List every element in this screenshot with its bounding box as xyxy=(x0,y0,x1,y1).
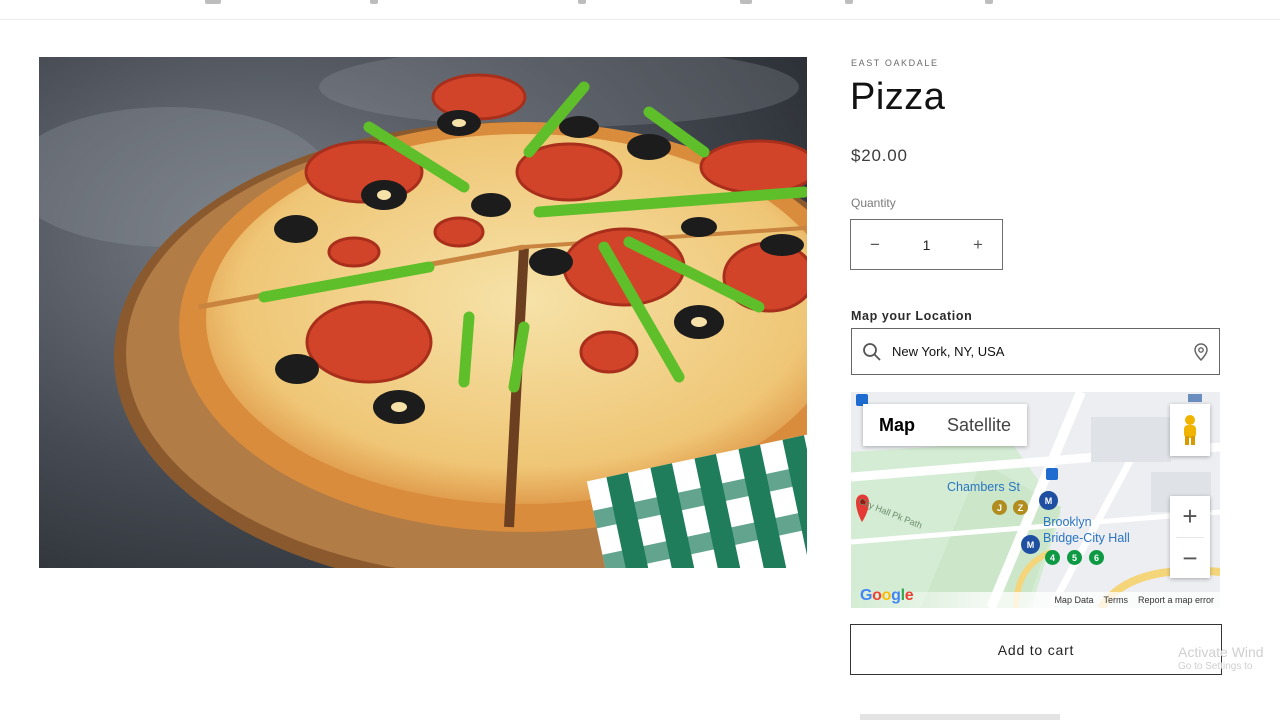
location-pin-icon[interactable] xyxy=(1193,342,1209,361)
map-type-map-tab[interactable]: Map xyxy=(863,404,931,446)
nav-link-stub[interactable] xyxy=(845,0,853,4)
map-report-error-link[interactable]: Report a map error xyxy=(1138,595,1214,605)
decrease-quantity-button[interactable]: − xyxy=(851,220,899,269)
google-logo-letter: o xyxy=(881,587,892,604)
quantity-stepper: − 1 + xyxy=(850,219,1003,270)
google-logo-letter: o xyxy=(872,587,882,604)
quantity-input[interactable]: 1 xyxy=(923,237,931,253)
nav-link-stub[interactable] xyxy=(578,0,586,4)
nav-link-stub[interactable] xyxy=(370,0,378,4)
map-label-bridge-city-hall[interactable]: Bridge-City Hall xyxy=(1043,531,1130,545)
product-price: $20.00 xyxy=(851,146,908,165)
pizza-photo xyxy=(39,57,807,568)
map-location-label: Map your Location xyxy=(851,309,973,323)
map-data-link[interactable]: Map Data xyxy=(1054,595,1093,605)
increase-quantity-button[interactable]: + xyxy=(954,220,1002,269)
location-search-box[interactable] xyxy=(851,328,1220,375)
map-type-control: Map Satellite xyxy=(863,404,1028,446)
activate-windows-watermark: Activate Wind Go to Settings to xyxy=(1178,644,1264,673)
top-navigation-bar xyxy=(0,0,1280,20)
quantity-label: Quantity xyxy=(851,196,896,210)
add-to-cart-button[interactable]: Add to cart xyxy=(850,624,1222,675)
watermark-line-1: Activate Wind xyxy=(1178,644,1264,660)
nav-link-stub[interactable] xyxy=(740,0,752,4)
zoom-out-button[interactable]: − xyxy=(1170,538,1210,579)
metro-station-icon[interactable]: M xyxy=(1039,491,1058,510)
location-search-input[interactable] xyxy=(892,344,1193,359)
subway-j-badge[interactable]: J xyxy=(992,500,1007,515)
map-type-satellite-tab[interactable]: Satellite xyxy=(931,404,1027,446)
below-fold-content xyxy=(860,714,1060,720)
search-icon xyxy=(863,342,881,361)
nav-icon-stub[interactable] xyxy=(205,0,221,4)
google-logo-letter: G xyxy=(860,587,873,604)
zoom-control: + − xyxy=(1170,496,1210,578)
zoom-in-button[interactable]: + xyxy=(1170,496,1210,537)
map-label-brooklyn[interactable]: Brooklyn xyxy=(1043,515,1092,529)
product-image[interactable] xyxy=(39,57,807,568)
subway-z-badge[interactable]: Z xyxy=(1013,500,1028,515)
google-logo-letter: e xyxy=(904,587,914,604)
google-logo[interactable]: Google xyxy=(860,587,914,605)
street-view-pegman[interactable] xyxy=(1170,404,1210,456)
pegman-icon xyxy=(1184,415,1196,445)
subway-5-badge[interactable]: 5 xyxy=(1067,550,1082,565)
google-logo-letter: g xyxy=(891,587,901,604)
product-title: Pizza xyxy=(850,76,946,118)
map-label-chambers-st[interactable]: Chambers St xyxy=(947,480,1020,494)
map-terms-link[interactable]: Terms xyxy=(1103,595,1128,605)
google-map[interactable]: Map Satellite Chambers St Brooklyn Bridg… xyxy=(851,392,1220,608)
metro-station-icon[interactable]: M xyxy=(1021,535,1040,554)
watermark-line-2: Go to Settings to xyxy=(1178,660,1253,672)
product-vendor: EAST OAKDALE xyxy=(851,58,939,68)
subway-6-badge[interactable]: 6 xyxy=(1089,550,1104,565)
subway-4-badge[interactable]: 4 xyxy=(1045,550,1060,565)
nav-link-stub[interactable] xyxy=(985,0,993,4)
